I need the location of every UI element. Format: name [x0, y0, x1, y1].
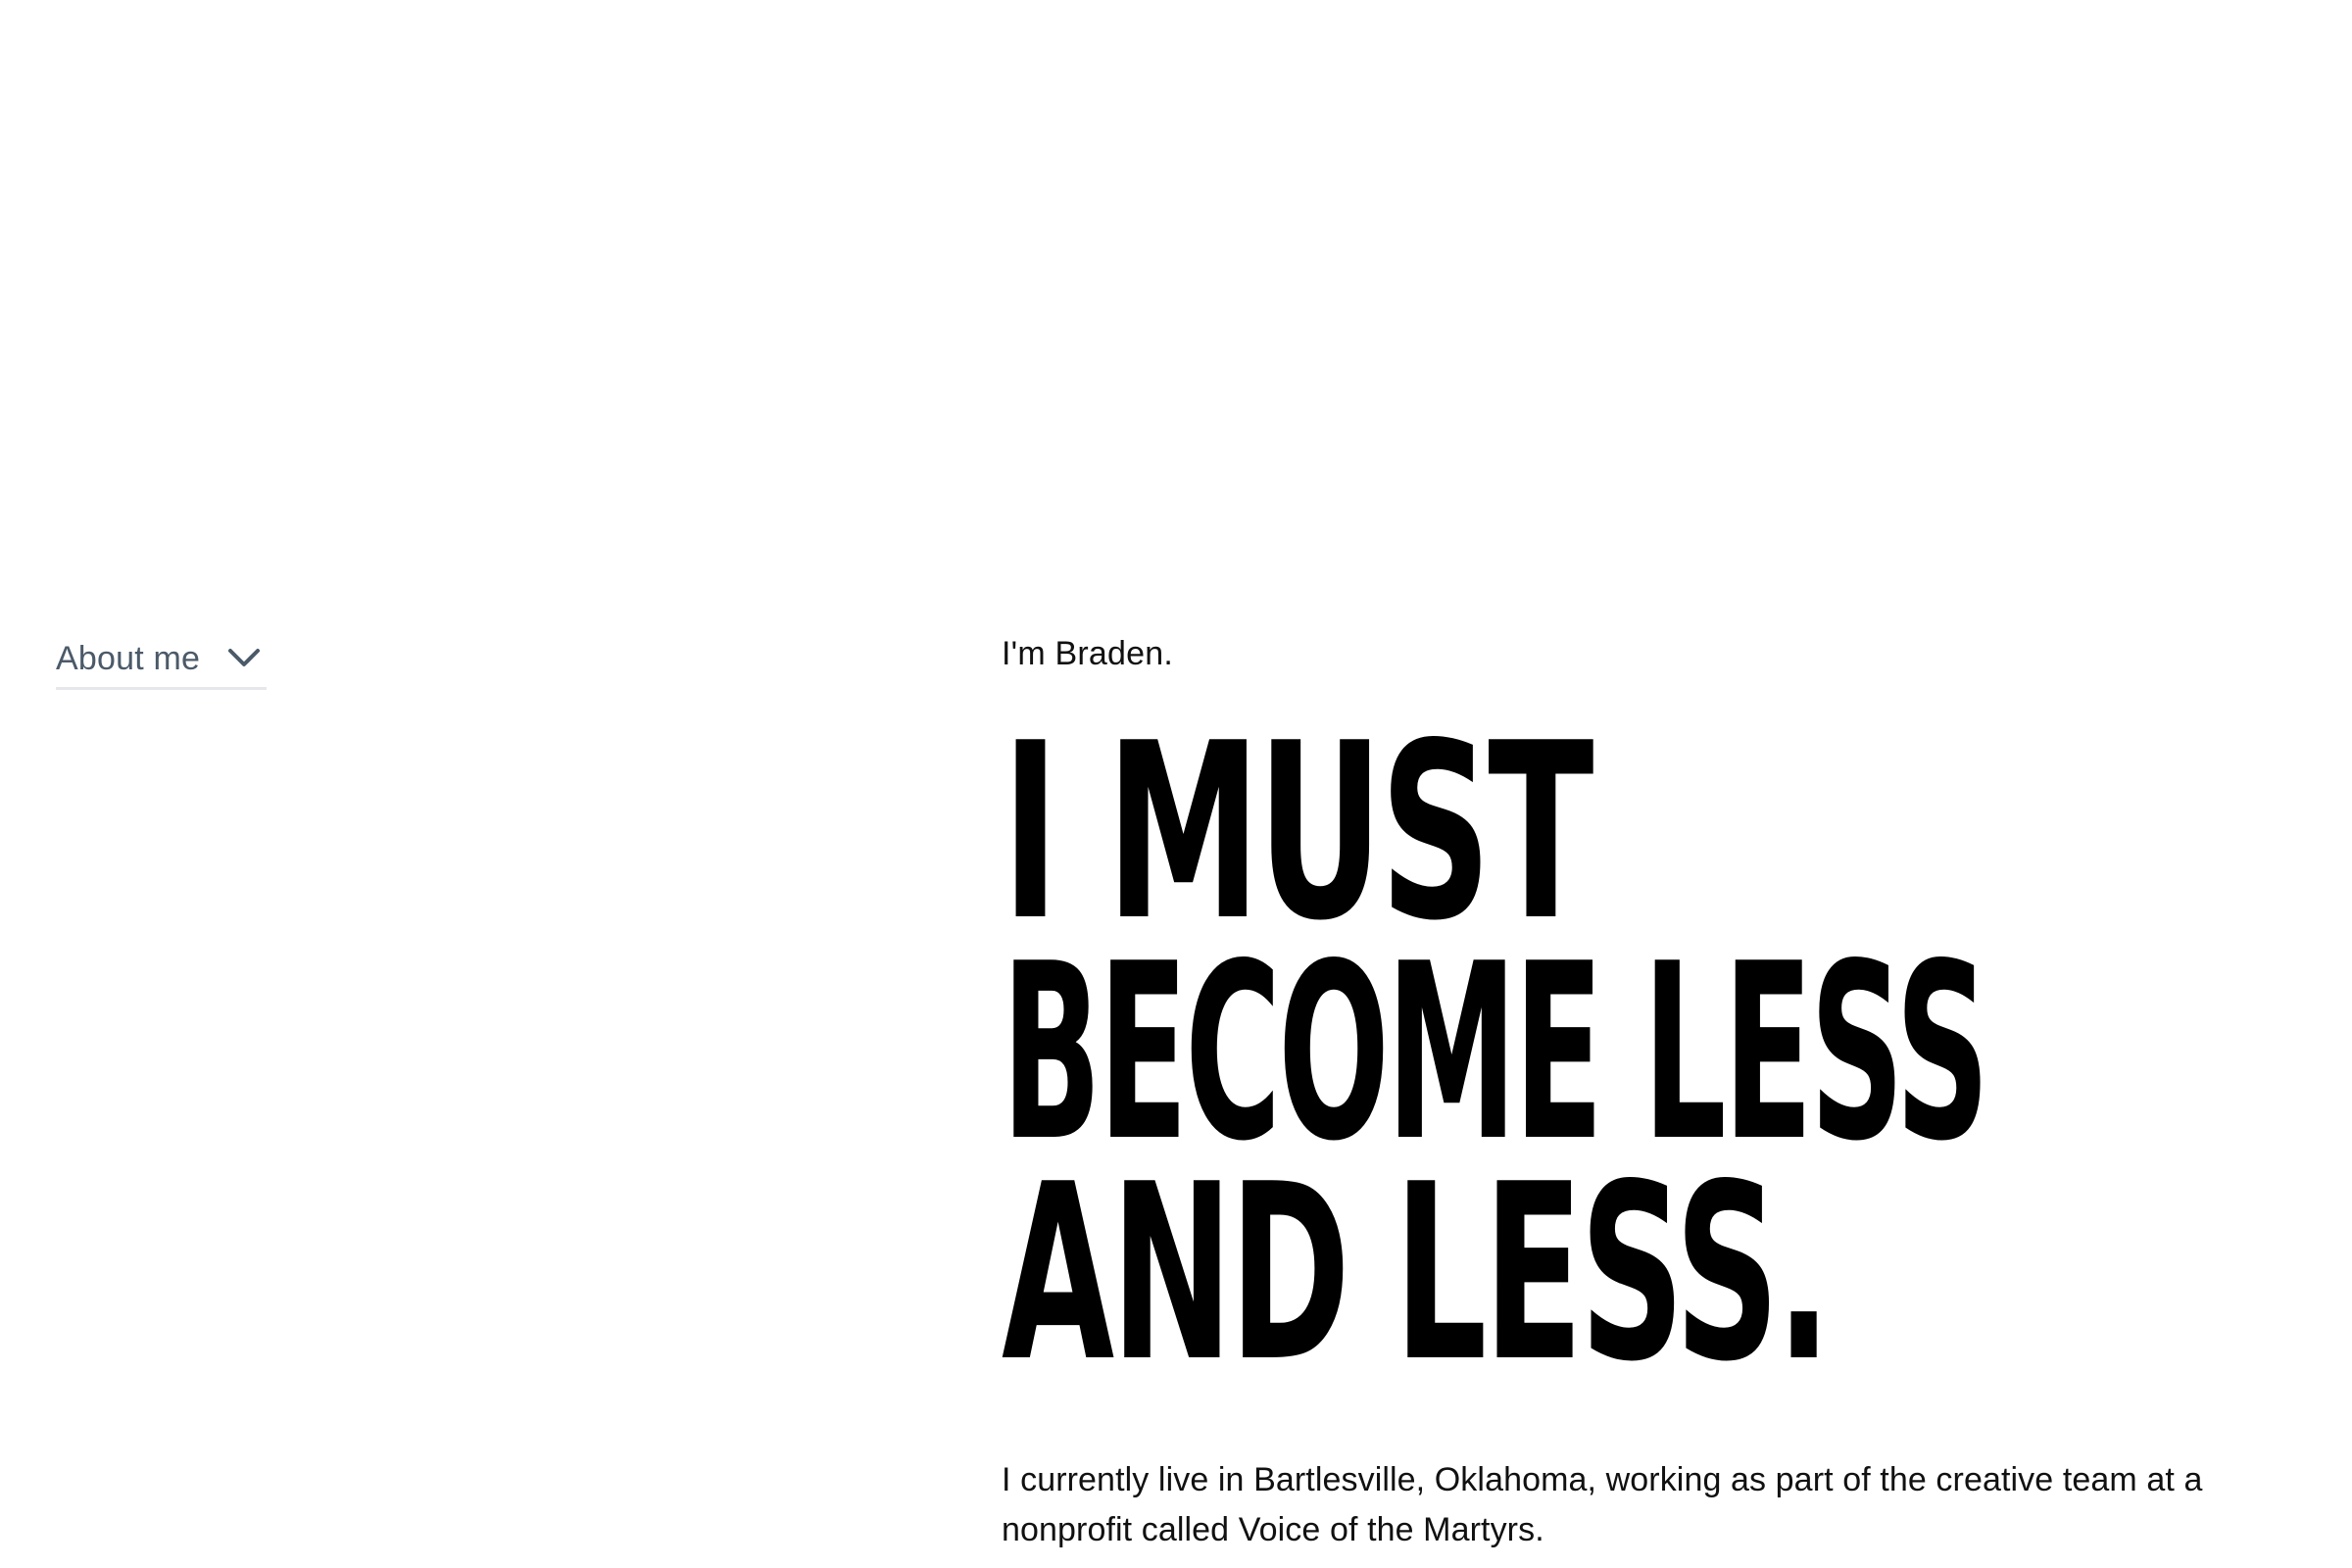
hero-section: I'm Braden. I MUST BECOME LESS AND LESS.… [1002, 637, 2315, 1555]
intro-text: I'm Braden. [1002, 635, 1173, 672]
bio-paragraph: I currently live in Bartlesville, Oklaho… [1002, 1461, 2203, 1548]
headline-line-3: AND LESS. [1002, 1133, 1832, 1415]
about-me-dropdown[interactable]: About me [56, 627, 267, 690]
about-me-dropdown-label: About me [56, 640, 201, 677]
page-headline: I MUST BECOME LESS AND LESS. [1002, 692, 2315, 1415]
headline-line-1: I MUST [1002, 692, 1594, 974]
headline-line-2: BECOME LESS [1002, 912, 1989, 1195]
chevron-down-icon [227, 648, 261, 669]
